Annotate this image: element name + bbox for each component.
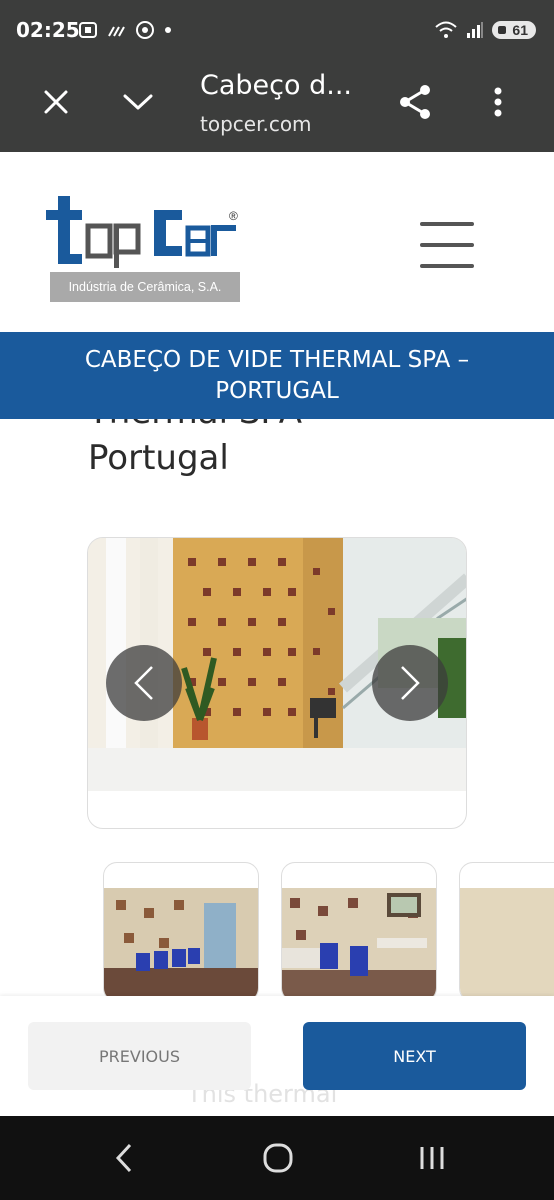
status-notification-icons: [78, 20, 172, 40]
logo-subtitle: Indústria de Cerâmica, S.A.: [50, 272, 240, 302]
page-heading: Thermal SPA – Portugal: [88, 419, 330, 481]
thumbnail-strip: [0, 862, 554, 996]
close-tab-button[interactable]: [36, 80, 76, 124]
screenshot-icon: [79, 22, 97, 38]
back-icon: [115, 1143, 132, 1173]
wifi-icon: [435, 21, 458, 38]
chevron-left-icon: [134, 666, 153, 700]
more-vert-icon: [494, 87, 502, 117]
system-recents-button[interactable]: [410, 1138, 454, 1178]
status-time: 02:25: [16, 18, 80, 42]
chrome-icon: [136, 21, 154, 39]
home-icon: [263, 1143, 293, 1173]
thumbnail-image-3: [460, 888, 554, 996]
recents-icon: [420, 1147, 444, 1169]
more-options-button[interactable]: [478, 80, 518, 124]
chevron-down-icon: [123, 94, 153, 110]
thumbnail-3[interactable]: [459, 862, 554, 996]
topcer-logo[interactable]: ® Indústria de Cerâmica, S.A.: [42, 192, 242, 304]
battery-indicator: 61: [492, 21, 536, 39]
share-button[interactable]: [395, 80, 435, 124]
image-carousel[interactable]: [87, 537, 467, 829]
carousel-next-button[interactable]: [372, 645, 448, 721]
system-nav-bar: [0, 1116, 554, 1200]
logo-wordmark: ®: [46, 196, 238, 268]
signal-bars-icon: [108, 26, 125, 37]
next-button[interactable]: NEXT: [303, 1022, 526, 1090]
share-icon: [400, 85, 430, 119]
dot-icon: [165, 27, 171, 33]
thumbnail-image-1: [104, 888, 258, 996]
system-back-button[interactable]: [102, 1138, 146, 1178]
hamburger-menu-icon-line: [420, 243, 474, 247]
page-banner: CABEÇO DE VIDE THERMAL SPA – PORTUGAL: [0, 332, 554, 419]
close-icon: [44, 90, 68, 114]
chevron-right-icon: [401, 666, 420, 700]
minimize-button[interactable]: [118, 80, 158, 124]
thumbnail-1[interactable]: [103, 862, 259, 996]
previous-button[interactable]: PREVIOUS: [28, 1022, 251, 1090]
status-bar: 02:25 61: [0, 0, 554, 62]
hamburger-menu-icon-line: [420, 264, 474, 268]
cell-signal-icon: [467, 22, 484, 38]
page-url[interactable]: topcer.com: [200, 112, 312, 136]
site-header: ® Indústria de Cerâmica, S.A.: [0, 152, 554, 332]
system-home-button[interactable]: [256, 1138, 300, 1178]
page-heading-line1: Thermal SPA –: [88, 419, 330, 435]
hamburger-menu-icon: [420, 222, 474, 226]
page-title: Cabeço d...: [200, 70, 352, 101]
registered-mark: ®: [229, 209, 238, 223]
page-heading-line2: Portugal: [88, 438, 229, 478]
action-bar: This thermal PREVIOUS NEXT: [0, 996, 554, 1116]
thumbnail-image-2: [282, 888, 436, 996]
status-system-icons: 61: [434, 20, 536, 40]
thumbnail-2[interactable]: [281, 862, 437, 996]
menu-button[interactable]: [420, 222, 478, 272]
carousel-prev-button[interactable]: [106, 645, 182, 721]
heading-container: Thermal SPA – Portugal: [0, 419, 554, 499]
browser-toolbar: Cabeço d... topcer.com: [0, 62, 554, 152]
